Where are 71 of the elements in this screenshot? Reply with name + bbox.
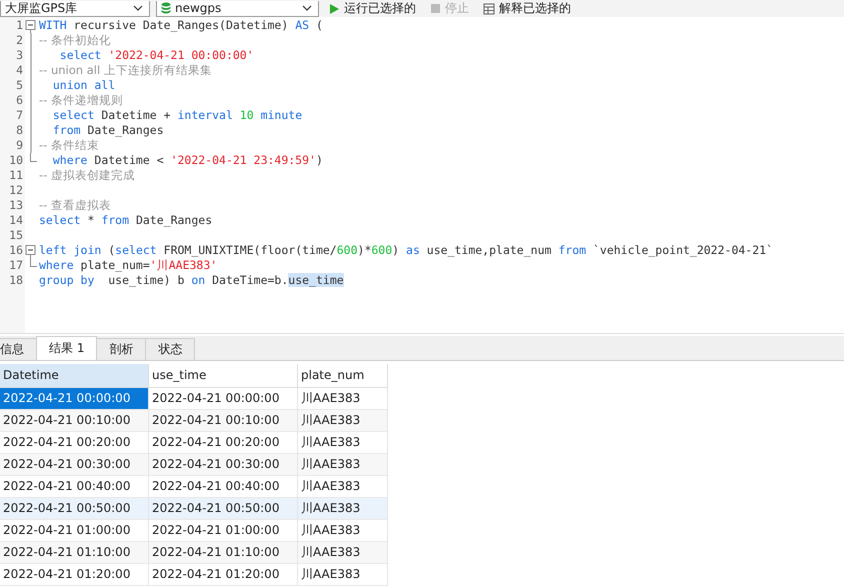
caret-icon xyxy=(302,5,312,11)
code-line: -- 查看虚拟表 xyxy=(39,198,112,213)
line-number: 3 xyxy=(15,48,24,63)
line-number: 8 xyxy=(15,123,24,138)
line-number: 1 xyxy=(15,18,24,33)
table-cell[interactable]: 2022-04-21 00:10:00 xyxy=(149,410,298,432)
code-line: -- 条件初始化 xyxy=(39,33,112,48)
play-icon xyxy=(329,2,340,14)
table-cell[interactable]: 2022-04-21 00:50:00 xyxy=(149,498,298,520)
table-cell[interactable]: 2022-04-21 01:20:00 xyxy=(149,564,298,586)
table-cell[interactable]: 2022-04-21 00:10:00 xyxy=(0,410,149,432)
line-number: 15 xyxy=(8,228,24,243)
line-number: 13 xyxy=(8,198,24,213)
stop-icon xyxy=(430,3,441,14)
database-icon xyxy=(161,2,171,14)
result-tab[interactable]: 状态 xyxy=(145,338,196,360)
table-icon xyxy=(483,2,495,14)
line-number: 16 xyxy=(8,243,24,258)
result-tab[interactable]: 信息 xyxy=(0,338,37,360)
line-number: 7 xyxy=(15,108,24,123)
collapse-icon[interactable] xyxy=(25,18,36,33)
line-number: 5 xyxy=(15,78,24,93)
line-number: 12 xyxy=(8,183,24,198)
table-cell[interactable]: 2022-04-21 01:20:00 xyxy=(0,564,149,586)
table-cell[interactable]: 2022-04-21 00:00:00 xyxy=(0,388,149,410)
line-number: 17 xyxy=(8,258,24,273)
code-line: from Date_Ranges xyxy=(52,123,165,138)
code-line: -- 条件递增规则 xyxy=(39,93,124,108)
fold-end-line xyxy=(30,153,37,162)
line-number: 11 xyxy=(8,168,24,183)
code-line: select * from Date_Ranges xyxy=(39,213,214,228)
table-cell[interactable]: 川AAE383 xyxy=(298,542,388,564)
code-line: group by use_time) b on DateTime=b.use_time xyxy=(39,273,345,288)
line-number: 9 xyxy=(15,138,24,153)
line-number: 6 xyxy=(15,93,24,108)
line-number: 18 xyxy=(8,273,24,288)
table-cell[interactable]: 2022-04-21 00:30:00 xyxy=(0,454,149,476)
toolbar-button[interactable]: 运行已选择的 xyxy=(325,0,420,16)
code-line: left join (select FROM_UNIXTIME(floor(time/600)*600) as use_time,plate_num from `vehicle_point_2022-04-21` xyxy=(39,243,774,258)
table-cell[interactable]: 川AAE383 xyxy=(298,454,388,476)
table-cell[interactable]: 2022-04-21 00:50:00 xyxy=(0,498,149,520)
code-line: where Datetime < '2022-04-21 23:49:59') xyxy=(52,153,324,168)
code-line: WITH recursive Date_Ranges(Datetime) AS ( xyxy=(39,18,324,33)
code-line: select Datetime + interval 10 minute xyxy=(52,108,304,123)
table-cell[interactable]: 2022-04-21 01:10:00 xyxy=(0,542,149,564)
collapse-icon[interactable] xyxy=(25,243,36,258)
caret-icon xyxy=(133,5,143,11)
table-cell[interactable]: 川AAE383 xyxy=(298,564,388,586)
code-line: -- union all 上下连接所有结果集 xyxy=(39,63,213,78)
code-line: select '2022-04-21 00:00:00' xyxy=(58,48,255,63)
column-header[interactable]: plate_num xyxy=(298,364,388,388)
table-cell[interactable]: 2022-04-21 01:10:00 xyxy=(149,542,298,564)
toolbar-button[interactable]: 解释已选择的 xyxy=(479,0,575,16)
fold-end-line xyxy=(30,258,37,267)
result-tab[interactable]: 剖析 xyxy=(96,338,146,360)
code-line: union all xyxy=(52,78,116,93)
line-number: 2 xyxy=(15,33,24,48)
column-header[interactable]: Datetime xyxy=(0,364,149,388)
table-cell[interactable]: 川AAE383 xyxy=(298,410,388,432)
database-select[interactable]: 大屏监GPS库 xyxy=(0,0,150,16)
code-line: where plate_num='川AAE383' xyxy=(39,258,218,273)
column-header[interactable]: use_time xyxy=(149,364,298,388)
result-tab[interactable]: 结果 1 xyxy=(36,336,98,360)
schema-select[interactable]: newgps xyxy=(156,0,319,16)
table-cell[interactable]: 2022-04-21 00:30:00 xyxy=(149,454,298,476)
line-number: 10 xyxy=(8,153,24,168)
line-number: 4 xyxy=(15,63,24,78)
code-line: -- 条件结束 xyxy=(39,138,100,153)
code-line: -- 虚拟表创建完成 xyxy=(39,168,136,183)
line-number: 14 xyxy=(8,213,24,228)
table-cell[interactable]: 川AAE383 xyxy=(298,498,388,520)
